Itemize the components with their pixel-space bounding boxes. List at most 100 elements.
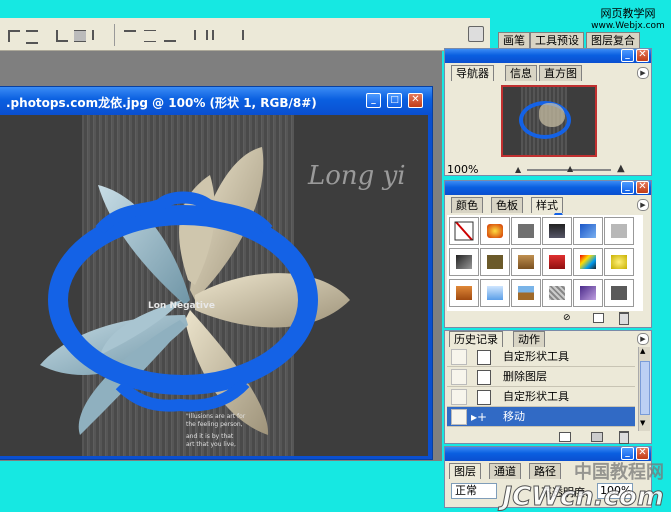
trash-icon[interactable] — [619, 312, 629, 325]
tab-brushes[interactable]: 画笔 — [498, 32, 530, 48]
style-swatch[interactable] — [480, 248, 510, 276]
blend-mode-select[interactable]: 正常 — [451, 483, 497, 499]
distribute-left-icon[interactable] — [194, 30, 208, 40]
tab-info[interactable]: 信息 — [505, 65, 537, 81]
history-item[interactable]: 自定形状工具 — [447, 347, 635, 367]
distribute-hcenter-icon[interactable] — [212, 30, 224, 40]
history-snapshot-checkbox[interactable] — [451, 349, 467, 365]
layers-titlebar[interactable]: _ ✕ — [445, 447, 651, 461]
style-swatch[interactable] — [449, 248, 479, 276]
new-snapshot-icon[interactable] — [591, 432, 603, 442]
history-snapshot-checkbox[interactable] — [451, 409, 467, 425]
navigator-titlebar[interactable]: _ ✕ — [445, 49, 651, 63]
no-style-icon[interactable]: ⊘ — [563, 313, 571, 323]
zoom-out-icon[interactable]: ▲ — [515, 165, 521, 174]
layers-close-button[interactable]: ✕ — [636, 447, 649, 460]
quote-line: "Illusions are art for — [186, 413, 246, 420]
history-snapshot-checkbox[interactable] — [451, 369, 467, 385]
tab-layers[interactable]: 图层 — [449, 463, 481, 479]
document-titlebar[interactable]: .photops.com龙依.jpg @ 100% (形状 1, RGB/8#)… — [0, 87, 432, 115]
new-style-icon[interactable] — [593, 313, 604, 323]
align-vcenter-icon[interactable] — [26, 30, 38, 44]
history-tabs: 历史记录 动作 — [449, 331, 639, 347]
trash-icon[interactable] — [619, 431, 629, 444]
scroll-thumb[interactable] — [640, 361, 650, 415]
style-swatch[interactable] — [542, 248, 572, 276]
distribute-right-icon[interactable] — [232, 30, 244, 40]
styles-minimize-button[interactable]: _ — [621, 181, 634, 194]
history-item[interactable]: 自定形状工具 — [447, 387, 635, 407]
align-top-icon[interactable] — [8, 30, 20, 42]
align-bottom-icon[interactable] — [56, 30, 68, 42]
align-left-icon[interactable] — [74, 30, 86, 42]
canvas-quote: "Illusions are art for the feeling perso… — [186, 413, 245, 449]
style-swatch[interactable] — [511, 248, 541, 276]
styles-menu-button[interactable]: ▶ — [637, 199, 649, 211]
navigator-preview[interactable] — [501, 85, 597, 157]
style-swatch[interactable] — [604, 279, 634, 307]
style-swatch[interactable] — [542, 279, 572, 307]
align-icons-group[interactable] — [8, 24, 258, 46]
close-button[interactable]: ✕ — [408, 93, 423, 108]
style-swatch[interactable] — [604, 248, 634, 276]
history-item-selected[interactable]: ▸+ 移动 — [447, 407, 635, 427]
styles-tabs: 颜色 色板 样式 — [451, 197, 641, 213]
styles-titlebar[interactable]: _ ✕ — [445, 181, 651, 195]
scroll-up-icon[interactable]: ▲ — [640, 347, 645, 355]
layers-panel: _ ✕ 图层 通道 路径 正常 不透明度: 100% — [444, 446, 652, 508]
style-swatch[interactable] — [449, 279, 479, 307]
maximize-button[interactable]: □ — [387, 93, 402, 108]
style-swatch[interactable] — [511, 279, 541, 307]
separator — [114, 24, 115, 46]
tab-histogram[interactable]: 直方图 — [539, 65, 582, 81]
style-swatch[interactable] — [480, 279, 510, 307]
distribute-vcenter-icon[interactable] — [144, 30, 156, 42]
history-item[interactable]: 删除图层 — [447, 367, 635, 387]
canvas-logo: Lon Negative — [148, 301, 215, 311]
styles-close-button[interactable]: ✕ — [636, 181, 649, 194]
tab-channels[interactable]: 通道 — [489, 463, 521, 479]
style-none[interactable] — [449, 217, 479, 245]
style-swatch[interactable] — [573, 248, 603, 276]
tab-tool-presets[interactable]: 工具预设 — [530, 32, 584, 48]
tab-color[interactable]: 颜色 — [451, 197, 483, 213]
opacity-field[interactable]: 100% — [597, 483, 633, 499]
navigator-close-button[interactable]: ✕ — [636, 49, 649, 62]
style-swatch[interactable] — [511, 217, 541, 245]
history-scrollbar[interactable]: ▲ ▼ — [638, 347, 650, 431]
history-panel: 历史记录 动作 ▶ 自定形状工具 删除图层 自定形状工具 ▸+ 移动 ▲ ▼ — [444, 330, 652, 444]
history-snapshot-checkbox[interactable] — [451, 389, 467, 405]
zoom-in-icon[interactable]: ▲ — [617, 163, 625, 174]
style-swatch[interactable] — [480, 217, 510, 245]
style-swatch[interactable] — [604, 217, 634, 245]
tab-history[interactable]: 历史记录 — [449, 331, 503, 347]
tab-swatches[interactable]: 色板 — [491, 197, 523, 213]
quote-line: the feeling person, — [186, 421, 243, 428]
new-document-from-state-icon[interactable] — [559, 432, 571, 442]
distribute-bottom-icon[interactable] — [164, 30, 176, 42]
document-canvas[interactable]: Long yi Lon Negative "Illusions are art … — [0, 115, 428, 456]
history-state-icon — [477, 370, 491, 385]
zoom-slider-thumb[interactable]: ▲ — [567, 164, 573, 173]
navigator-menu-button[interactable]: ▶ — [637, 67, 649, 79]
layers-minimize-button[interactable]: _ — [621, 447, 634, 460]
scroll-down-icon[interactable]: ▼ — [640, 419, 645, 427]
tab-styles[interactable]: 样式 — [531, 197, 563, 213]
style-swatch[interactable] — [542, 217, 572, 245]
minimize-button[interactable]: _ — [366, 93, 381, 108]
tab-actions[interactable]: 动作 — [513, 331, 545, 347]
navigator-zoom-value[interactable]: 100% — [447, 163, 478, 176]
quote-line: and it is by that — [186, 433, 234, 440]
tab-navigator[interactable]: 导航器 — [451, 65, 494, 81]
document-window[interactable]: .photops.com龙依.jpg @ 100% (形状 1, RGB/8#)… — [0, 86, 433, 460]
history-item-label: 自定形状工具 — [503, 390, 569, 403]
style-swatch[interactable] — [573, 279, 603, 307]
align-hcenter-icon[interactable] — [92, 30, 106, 40]
file-browser-icon[interactable] — [468, 26, 484, 42]
tab-paths[interactable]: 路径 — [529, 463, 561, 479]
navigator-minimize-button[interactable]: _ — [621, 49, 634, 62]
style-swatch[interactable] — [573, 217, 603, 245]
history-menu-button[interactable]: ▶ — [637, 333, 649, 345]
distribute-top-icon[interactable] — [124, 30, 136, 42]
preview-flower — [539, 103, 565, 127]
